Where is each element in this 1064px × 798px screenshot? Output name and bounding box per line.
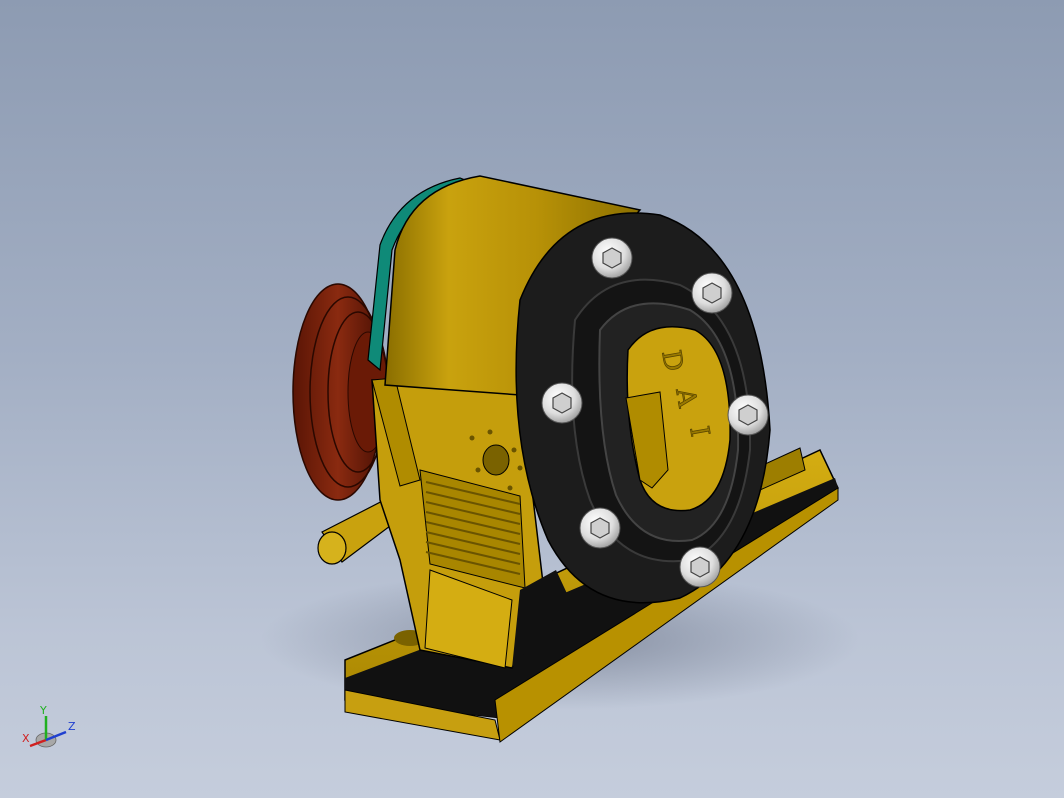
bolt-1 xyxy=(591,237,633,279)
y-axis-label: Y xyxy=(39,704,47,717)
z-axis-label: Z xyxy=(68,720,76,733)
bolt-2 xyxy=(691,272,733,314)
graphics-viewport[interactable]: D A I X Y Z xyxy=(0,0,1064,798)
bolt-3 xyxy=(541,382,583,424)
bolt-6 xyxy=(679,546,721,588)
view-orientation-triad[interactable]: X Y Z xyxy=(18,702,88,762)
bolt-5 xyxy=(579,507,621,549)
x-axis-label: X xyxy=(22,732,30,745)
model-3d-view[interactable]: D A I xyxy=(0,0,1064,798)
bolt-4 xyxy=(727,394,769,436)
